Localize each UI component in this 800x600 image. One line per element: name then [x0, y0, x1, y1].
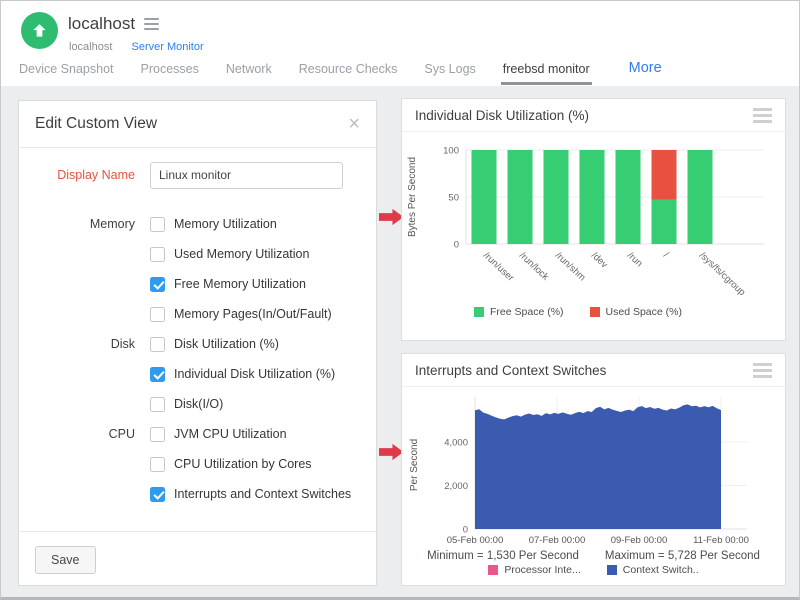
checkbox-row: Individual Disk Utilization (%): [19, 359, 376, 389]
group-label: CPU: [19, 427, 135, 441]
metric-checkbox[interactable]: [150, 457, 165, 472]
svg-text:Bytes Per Second: Bytes Per Second: [407, 157, 418, 237]
metric-checkbox[interactable]: [150, 427, 165, 442]
breadcrumb: localhost Server Monitor: [69, 41, 204, 53]
metric-checkbox[interactable]: [150, 367, 165, 382]
svg-text:07-Feb 00:00: 07-Feb 00:00: [529, 535, 586, 546]
svg-text:0: 0: [463, 525, 468, 536]
legend-item-free-space[interactable]: Free Space (%): [474, 306, 564, 318]
checkbox-row: Used Memory Utilization: [19, 239, 376, 269]
checkbox-row: Interrupts and Context Switches: [19, 479, 376, 509]
svg-text:/run/user: /run/user: [481, 250, 516, 284]
svg-text:/run/lock: /run/lock: [517, 250, 551, 283]
tab-processes[interactable]: Processes: [139, 55, 201, 85]
legend-item-used-space[interactable]: Used Space (%): [590, 306, 682, 318]
checkbox-row: Memory Memory Utilization: [19, 209, 376, 239]
svg-text:0: 0: [454, 240, 459, 251]
checkbox-row: CPU Utilization by Cores: [19, 449, 376, 479]
chart-menu-icon[interactable]: [753, 108, 772, 123]
svg-text:100: 100: [443, 146, 459, 157]
disk-chart-legend: Free Space (%) Used Space (%): [474, 306, 785, 318]
svg-text:/: /: [661, 250, 671, 260]
dialog-title: Edit Custom View: [35, 115, 157, 133]
metric-checkbox[interactable]: [150, 337, 165, 352]
interrupts-chart-legend: Processor Inte... Context Switch..: [402, 564, 785, 576]
maximum-stat: Maximum = 5,728 Per Second: [605, 550, 760, 562]
group-label: Disk: [19, 337, 135, 351]
tab-network[interactable]: Network: [224, 55, 274, 85]
svg-text:4,000: 4,000: [444, 438, 468, 449]
breadcrumb-host: localhost: [69, 41, 112, 53]
header: localhost localhost Server Monitor Devic…: [1, 1, 799, 86]
interrupts-card: Interrupts and Context Switches 0 2,000 4,…: [401, 353, 786, 586]
display-name-input[interactable]: [150, 162, 343, 189]
chart-menu-icon[interactable]: [753, 363, 772, 378]
checkbox-row: CPU JVM CPU Utilization: [19, 419, 376, 449]
free-space-swatch: [474, 307, 484, 317]
minimum-stat: Minimum = 1,530 Per Second: [427, 550, 579, 562]
disk-chart-title: Individual Disk Utilization (%): [415, 108, 589, 123]
breadcrumb-monitor-type-link[interactable]: Server Monitor: [131, 41, 203, 53]
chart-stats: Minimum = 1,530 Per Second Maximum = 5,7…: [402, 550, 785, 562]
close-icon[interactable]: ×: [348, 114, 360, 134]
disk-utilization-card: Individual Disk Utilization (%) 0 50 100 By…: [401, 98, 786, 341]
edit-custom-view-dialog: Edit Custom View × Display Name Memory M…: [18, 100, 377, 586]
checkbox-row: Disk Disk Utilization (%): [19, 329, 376, 359]
svg-text:50: 50: [448, 193, 459, 204]
svg-text:/dev: /dev: [589, 250, 610, 270]
interrupts-chart-title: Interrupts and Context Switches: [415, 363, 606, 378]
tab-device-snapshot[interactable]: Device Snapshot: [17, 55, 116, 85]
checkbox-row: Memory Pages(In/Out/Fault): [19, 299, 376, 329]
metric-checkbox[interactable]: [150, 397, 165, 412]
svg-text:05-Feb 00:00: 05-Feb 00:00: [447, 535, 504, 546]
svg-text:/sys/fs/cgroup: /sys/fs/cgroup: [697, 250, 747, 298]
processor-interrupts-swatch: [488, 565, 498, 575]
tab-sys-logs[interactable]: Sys Logs: [422, 55, 477, 85]
tab-more[interactable]: More: [629, 60, 662, 80]
svg-text:Per Second: Per Second: [409, 439, 420, 491]
checkbox-row: Free Memory Utilization: [19, 269, 376, 299]
page-title: localhost: [68, 14, 135, 34]
metric-checkbox-list: Memory Memory Utilization Used Memory Ut…: [19, 209, 376, 509]
metric-checkbox[interactable]: [150, 247, 165, 262]
svg-text:09-Feb 00:00: 09-Feb 00:00: [611, 535, 668, 546]
legend-item-context-switches[interactable]: Context Switch..: [607, 564, 699, 576]
svg-text:2,000: 2,000: [444, 481, 468, 492]
tab-bar: Device Snapshot Processes Network Resour…: [17, 54, 662, 85]
tab-resource-checks[interactable]: Resource Checks: [297, 55, 400, 85]
app-window: localhost localhost Server Monitor Devic…: [0, 0, 800, 600]
disk-utilization-chart: 0 50 100 Bytes Per Second/run/user/run/lock…: [402, 132, 785, 304]
svg-text:/run/shm: /run/shm: [553, 250, 588, 283]
metric-checkbox[interactable]: [150, 217, 165, 232]
group-label: Memory: [19, 217, 135, 231]
tab-freebsd-monitor[interactable]: freebsd monitor: [501, 55, 592, 85]
legend-item-processor-interrupts[interactable]: Processor Inte...: [488, 564, 580, 576]
used-space-swatch: [590, 307, 600, 317]
context-switches-swatch: [607, 565, 617, 575]
monitor-status-avatar: [21, 12, 58, 49]
display-name-label: Display Name: [19, 168, 135, 182]
metric-checkbox[interactable]: [150, 487, 165, 502]
up-arrow-icon: [30, 21, 49, 40]
metric-checkbox[interactable]: [150, 277, 165, 292]
checkbox-row: Disk(I/O): [19, 389, 376, 419]
metric-checkbox[interactable]: [150, 307, 165, 322]
interrupts-chart: 0 2,000 4,000 Per Second 05-Feb 00:00 07-Feb …: [402, 387, 785, 547]
svg-text:/run: /run: [625, 250, 644, 269]
svg-text:11-Feb 00:00: 11-Feb 00:00: [693, 535, 749, 546]
save-button[interactable]: Save: [35, 546, 96, 574]
monitor-menu-icon[interactable]: [144, 18, 159, 30]
